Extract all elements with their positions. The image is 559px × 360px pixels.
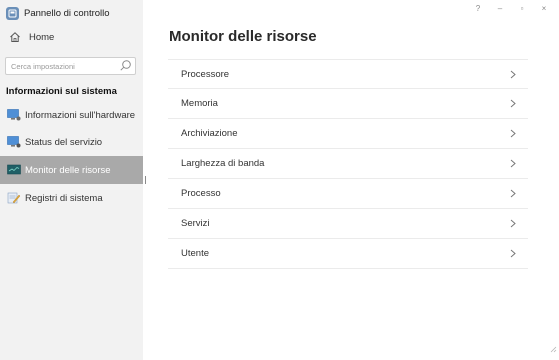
service-status-icon bbox=[7, 136, 21, 148]
list-item-label: Larghezza di banda bbox=[181, 158, 265, 169]
chevron-right-icon bbox=[510, 189, 516, 198]
close-button[interactable]: × bbox=[533, 2, 555, 14]
chevron-right-icon bbox=[510, 99, 516, 108]
list-item-processor[interactable]: Processore bbox=[168, 59, 528, 89]
page-title: Monitor delle risorse bbox=[169, 28, 317, 45]
help-button[interactable]: ? bbox=[467, 2, 489, 14]
list-item-label: Processo bbox=[181, 188, 221, 199]
home-icon bbox=[9, 31, 21, 43]
sidebar-item-service-status[interactable]: Status del servizio bbox=[0, 128, 143, 156]
minimize-button[interactable]: – bbox=[489, 2, 511, 14]
list-item-label: Utente bbox=[181, 248, 209, 259]
list-item-memory[interactable]: Memoria bbox=[168, 89, 528, 119]
section-title: Informazioni sul sistema bbox=[6, 86, 117, 97]
list-item-label: Archiviazione bbox=[181, 128, 238, 139]
sidebar-item-hardware-info[interactable]: Informazioni sull'hardware bbox=[0, 101, 143, 129]
log-icon bbox=[7, 192, 21, 204]
app-title-label: Pannello di controllo bbox=[24, 7, 110, 19]
chevron-right-icon bbox=[510, 159, 516, 168]
sidebar-item-label: Monitor delle risorse bbox=[25, 164, 111, 176]
window-controls: ? – ▫ × bbox=[467, 2, 555, 14]
list-item-label: Servizi bbox=[181, 218, 210, 229]
list-item-label: Processore bbox=[181, 68, 230, 80]
list-item-process[interactable]: Processo bbox=[168, 179, 528, 209]
control-panel-icon bbox=[6, 6, 19, 20]
app-title: Pannello di controllo bbox=[6, 4, 110, 22]
chevron-right-icon bbox=[510, 70, 516, 79]
sidebar-resize-handle[interactable] bbox=[145, 176, 146, 184]
search-input[interactable] bbox=[11, 59, 121, 73]
chevron-right-icon bbox=[510, 219, 516, 228]
sidebar: Pannello di controllo Home Informazioni … bbox=[0, 0, 143, 360]
resource-monitor-icon bbox=[7, 164, 21, 176]
monitor-icon bbox=[7, 109, 21, 121]
chevron-right-icon bbox=[510, 129, 516, 138]
list-item-user[interactable]: Utente bbox=[168, 239, 528, 269]
sidebar-item-label: Status del servizio bbox=[25, 136, 103, 148]
list-item-label: Memoria bbox=[181, 98, 218, 109]
chevron-right-icon bbox=[510, 249, 516, 258]
search-box bbox=[5, 57, 136, 75]
sidebar-item-label: Informazioni sull'hardware bbox=[25, 109, 136, 121]
home-link[interactable]: Home bbox=[9, 28, 54, 46]
home-label: Home bbox=[29, 31, 55, 43]
resize-grip-icon[interactable] bbox=[549, 340, 557, 358]
maximize-button[interactable]: ▫ bbox=[511, 2, 533, 14]
sidebar-item-label: Registri di sistema bbox=[25, 192, 103, 204]
list-item-services[interactable]: Servizi bbox=[168, 209, 528, 239]
list-item-storage[interactable]: Archiviazione bbox=[168, 119, 528, 149]
sidebar-item-resource-monitor[interactable]: Monitor delle risorse bbox=[0, 156, 143, 184]
sidebar-item-system-logs[interactable]: Registri di sistema bbox=[0, 184, 143, 212]
list-item-bandwidth[interactable]: Larghezza di banda bbox=[168, 149, 528, 179]
search-icon[interactable] bbox=[119, 59, 132, 72]
resource-list: Processore Memoria Archiviazione Larghez… bbox=[168, 59, 528, 269]
